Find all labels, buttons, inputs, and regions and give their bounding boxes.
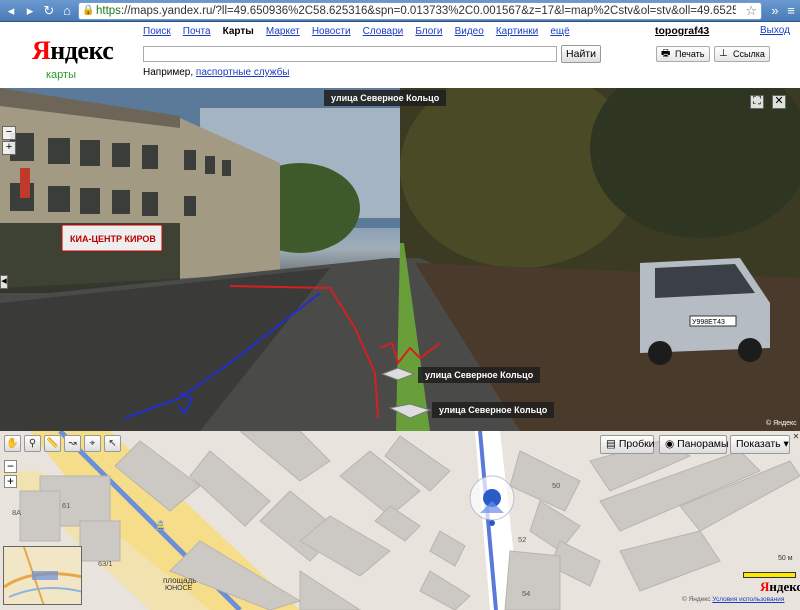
stop-label-2: ЮНОСЕ	[165, 585, 193, 592]
search-example: Например, паспортные службы	[143, 67, 290, 78]
home-icon[interactable]: ⌂	[59, 3, 75, 19]
lock-icon: 🔒	[82, 5, 95, 16]
url-scheme: https	[96, 5, 121, 17]
panoramas-button[interactable]: ◉ Панорамы	[659, 435, 729, 454]
scale-bar	[743, 572, 796, 578]
traffic-icon: ▤	[606, 438, 619, 450]
fullscreen-icon[interactable]: ⛶	[750, 95, 764, 109]
license-plate: У998ЕТ43	[692, 319, 725, 326]
map-view[interactable]: ✋ ⚲ 📏 ↝ ⌖ ↖ ▤ Пробки ◉ Панорамы Показать…	[0, 431, 800, 610]
address-bar[interactable]: 🔒 https://maps.yandex.ru/?ll=49.650936%2…	[78, 2, 762, 20]
browser-toolbar: ◂ ▸ ↻ ⌂ 🔒 https://maps.yandex.ru/?ll=49.…	[0, 0, 800, 22]
flag	[20, 168, 30, 198]
close-icon[interactable]: ✕	[772, 95, 786, 109]
dealer-sign-text: КИА-ЦЕНТР КИРОВ	[70, 234, 156, 244]
street-arrow-label-2[interactable]: улица Северное Кольцо	[432, 402, 555, 418]
nav-market[interactable]: Маркет	[266, 26, 300, 37]
house-number: 8А	[12, 508, 22, 517]
example-link[interactable]: паспортные службы	[196, 67, 290, 78]
yandex-logo[interactable]: Яндекс	[32, 36, 114, 66]
panorama-copyright: © Яндекс	[766, 420, 797, 427]
logo-subtitle: карты	[46, 69, 76, 81]
terms-link[interactable]: Условия использования	[712, 596, 784, 603]
minimap-canvas	[4, 547, 81, 604]
house-number: 61	[62, 501, 71, 510]
tram-stop-icon[interactable]: 🚊	[155, 520, 166, 531]
nav-video[interactable]: Видео	[455, 26, 484, 37]
yandex-header: Яндекс карты Поиск Почта Карты Маркет Но…	[0, 22, 800, 88]
pano-zoom-out[interactable]: −	[2, 126, 16, 140]
link-icon: ⊥	[719, 48, 728, 59]
map-yandex-logo: Яндекс	[760, 579, 800, 595]
print-button[interactable]: 🖶 Печать	[656, 46, 710, 62]
hand-icon[interactable]: ✋	[4, 435, 21, 452]
nav-blogs[interactable]: Блоги	[415, 26, 442, 37]
overview-minimap[interactable]	[3, 546, 82, 605]
house-number: 54	[522, 589, 531, 598]
search-button[interactable]: Найти	[561, 45, 601, 63]
map-logo-first: Я	[760, 579, 770, 594]
map-canvas	[0, 431, 800, 610]
parked-car: У998ЕТ43	[640, 258, 770, 365]
nav-maps: Карты	[222, 26, 254, 37]
map-zoom-out[interactable]: −	[4, 460, 17, 473]
pin-icon[interactable]: ⌖	[84, 435, 101, 452]
map-copy-prefix: © Яндекс	[682, 596, 713, 603]
nav-dictionaries[interactable]: Словари	[363, 26, 404, 37]
ruler-icon[interactable]: 📏	[44, 435, 61, 452]
print-label: Печать	[675, 49, 705, 59]
forward-icon[interactable]: ▸	[22, 3, 38, 19]
back-icon[interactable]: ◂	[3, 3, 19, 19]
panorama-scene: КИА-ЦЕНТР КИРОВ У998ЕТ43	[0, 88, 800, 431]
logout-link[interactable]: Выход	[760, 25, 790, 36]
url-text: https://maps.yandex.ru/?ll=49.650936%2C5…	[96, 5, 736, 17]
panoramas-label: Панорамы	[677, 438, 729, 450]
username-link[interactable]: topograf43	[655, 25, 709, 37]
traffic-label: Пробки	[618, 438, 655, 450]
url-path: ://maps.yandex.ru/?ll=49.650936%2C58.625…	[120, 5, 736, 17]
street-panorama[interactable]: КИА-ЦЕНТР КИРОВ У998ЕТ43 улица Северное …	[0, 88, 800, 431]
map-zoom-in[interactable]: +	[4, 475, 17, 488]
map-close-icon[interactable]: ✕	[792, 433, 800, 441]
route-icon[interactable]: ↝	[64, 435, 81, 452]
show-dropdown[interactable]: Показать ▾	[730, 435, 790, 454]
minimap-viewport	[32, 571, 58, 580]
map-copyright: © Яндекс Условия использования	[682, 596, 784, 603]
logo-first-letter: Я	[32, 36, 51, 65]
stop-label: площадь	[163, 576, 197, 585]
street-arrow-label-1[interactable]: улица Северное Кольцо	[418, 367, 541, 383]
pointer-icon[interactable]: ↖	[104, 435, 121, 452]
magnifier-icon[interactable]: ⚲	[24, 435, 41, 452]
printer-icon: 🖶	[661, 48, 671, 59]
nav-mail[interactable]: Почта	[183, 26, 211, 37]
services-nav: Поиск Почта Карты Маркет Новости Словари…	[143, 25, 579, 37]
pano-left-arrow-icon[interactable]: ◂	[0, 275, 8, 289]
position-dot	[489, 520, 495, 526]
search-input[interactable]	[143, 46, 557, 62]
nav-search[interactable]: Поиск	[143, 26, 171, 37]
menu-icon[interactable]: »	[767, 3, 783, 19]
panorama-icon: ◉	[665, 438, 678, 450]
wrench-icon[interactable]: ≡	[783, 3, 799, 19]
link-label: Ссылка	[733, 49, 765, 59]
pano-zoom-in[interactable]: +	[2, 141, 16, 155]
example-prefix: Например,	[143, 67, 196, 78]
scale-label: 50 м	[778, 555, 793, 562]
logo-rest: ндекс	[50, 36, 114, 65]
nav-news[interactable]: Новости	[312, 26, 351, 37]
nav-images[interactable]: Картинки	[496, 26, 538, 37]
star-icon[interactable]: ☆	[745, 3, 757, 19]
house-number: 63/1	[98, 559, 113, 568]
link-button[interactable]: ⊥ Ссылка	[714, 46, 770, 62]
nav-more[interactable]: ещё	[550, 26, 569, 37]
reload-icon[interactable]: ↻	[41, 3, 57, 19]
house-number: 52	[518, 535, 527, 544]
house-number: 50	[552, 481, 561, 490]
traffic-button[interactable]: ▤ Пробки	[600, 435, 655, 454]
street-name-top: улица Северное Кольцо	[324, 90, 447, 106]
map-logo-rest: ндекс	[769, 579, 800, 594]
